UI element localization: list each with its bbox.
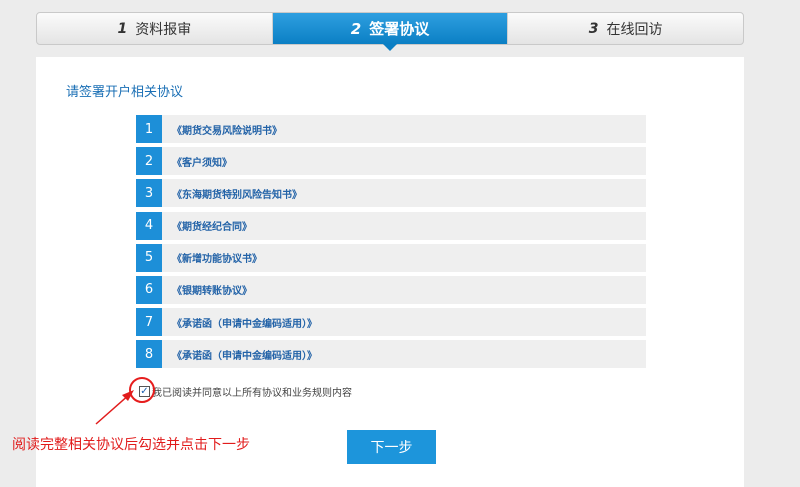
annotation-arrow-icon xyxy=(95,390,134,425)
annotation-note: 阅读完整相关协议后勾选并点击下一步 xyxy=(12,437,250,453)
